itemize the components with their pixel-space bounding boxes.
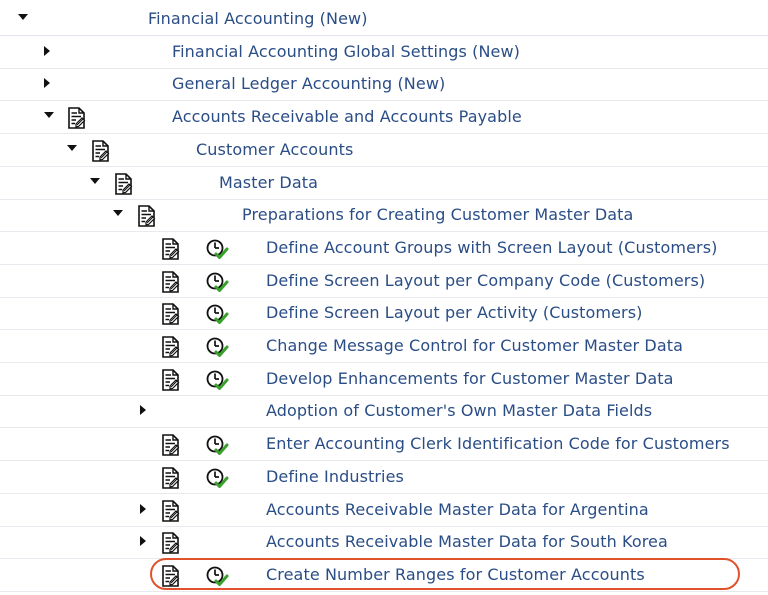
documentation-icon[interactable] (161, 532, 181, 554)
tree-row[interactable]: Create Number Ranges for Customer Accoun… (0, 559, 768, 592)
documentation-icon[interactable] (161, 499, 181, 522)
tree-row[interactable]: Financial Accounting Global Settings (Ne… (0, 36, 768, 69)
documentation-icon[interactable] (91, 139, 111, 162)
triangle-right-icon[interactable] (140, 536, 146, 547)
documentation-icon[interactable] (161, 368, 181, 391)
tree-node-label[interactable]: Define Account Groups with Screen Layout… (266, 238, 717, 257)
tree-node-label[interactable]: Define Screen Layout per Activity (Custo… (266, 303, 643, 322)
tree-node-label[interactable]: Change Message Control for Customer Mast… (266, 336, 683, 355)
execute-clock-check-icon[interactable] (206, 271, 230, 292)
triangle-right-icon[interactable] (44, 45, 50, 56)
tree-row[interactable]: Define Screen Layout per Activity (Custo… (0, 297, 768, 331)
tree-node-label[interactable]: Create Number Ranges for Customer Accoun… (266, 565, 645, 584)
tree-node-label[interactable]: Accounts Receivable Master Data for Arge… (266, 500, 649, 519)
documentation-icon[interactable] (161, 336, 181, 358)
execute-clock-check-icon[interactable] (206, 369, 230, 390)
tree-node-label[interactable]: Define Screen Layout per Company Code (C… (266, 271, 705, 290)
tree-row[interactable]: Financial Accounting (New) (0, 3, 768, 36)
documentation-icon[interactable] (161, 238, 181, 260)
triangle-down-icon[interactable] (67, 144, 77, 151)
documentation-icon[interactable] (161, 270, 181, 293)
tree-row[interactable]: Define Screen Layout per Company Code (C… (0, 265, 768, 298)
triangle-down-icon[interactable] (113, 210, 123, 217)
tree-node-label[interactable]: Adoption of Customer's Own Master Data F… (266, 401, 652, 420)
tree-row[interactable]: Develop Enhancements for Customer Master… (0, 363, 768, 396)
tree-node-label[interactable]: Financial Accounting Global Settings (Ne… (172, 42, 520, 61)
tree-row[interactable]: General Ledger Accounting (New) (0, 68, 768, 102)
triangle-right-icon[interactable] (140, 503, 146, 514)
tree-node-label[interactable]: General Ledger Accounting (New) (172, 74, 445, 93)
tree-row[interactable]: Change Message Control for Customer Mast… (0, 330, 768, 363)
tree-row[interactable]: Enter Accounting Clerk Identification Co… (0, 428, 768, 462)
tree-node-label[interactable]: Preparations for Creating Customer Maste… (242, 205, 633, 224)
tree-row[interactable]: Preparations for Creating Customer Maste… (0, 199, 768, 233)
tree-row[interactable]: Accounts Receivable and Accounts Payable (0, 101, 768, 135)
tree-row[interactable]: Adoption of Customer's Own Master Data F… (0, 395, 768, 429)
triangle-down-icon[interactable] (90, 177, 100, 184)
customizing-tree: Financial Accounting (New) Financial Acco… (0, 0, 768, 595)
execute-clock-check-icon[interactable] (206, 435, 230, 456)
documentation-icon[interactable] (161, 303, 181, 326)
triangle-down-icon[interactable] (44, 112, 54, 119)
execute-clock-check-icon[interactable] (206, 304, 230, 325)
tree-row[interactable]: Master Data (0, 167, 768, 200)
execute-clock-check-icon[interactable] (206, 467, 230, 488)
tree-node-label[interactable]: Define Industries (266, 467, 404, 486)
triangle-right-icon[interactable] (44, 78, 50, 89)
documentation-icon[interactable] (114, 172, 134, 195)
tree-row[interactable]: Define Account Groups with Screen Layout… (0, 232, 768, 265)
tree-row[interactable]: Define Industries (0, 461, 768, 494)
tree-node-label[interactable]: Master Data (219, 173, 318, 192)
documentation-icon[interactable] (137, 205, 157, 227)
documentation-icon[interactable] (161, 434, 181, 456)
documentation-icon[interactable] (161, 565, 181, 587)
tree-node-label[interactable]: Develop Enhancements for Customer Master… (266, 369, 674, 388)
execute-clock-check-icon[interactable] (206, 565, 230, 586)
execute-clock-check-icon[interactable] (206, 238, 230, 259)
tree-node-label[interactable]: Customer Accounts (196, 140, 353, 159)
tree-node-label[interactable]: Enter Accounting Clerk Identification Co… (266, 434, 730, 453)
execute-clock-check-icon[interactable] (206, 337, 230, 357)
documentation-icon[interactable] (67, 107, 87, 129)
tree-node-label[interactable]: Financial Accounting (New) (148, 9, 368, 28)
tree-node-label[interactable]: Accounts Receivable and Accounts Payable (172, 107, 522, 126)
tree-row[interactable]: Accounts Receivable Master Data for Arge… (0, 494, 768, 527)
tree-row[interactable]: Accounts Receivable Master Data for Sout… (0, 526, 768, 560)
tree-row[interactable]: Customer Accounts (0, 134, 768, 167)
triangle-down-icon[interactable] (18, 14, 28, 20)
documentation-icon[interactable] (161, 466, 181, 489)
tree-node-label[interactable]: Accounts Receivable Master Data for Sout… (266, 532, 668, 551)
triangle-right-icon[interactable] (140, 405, 146, 416)
